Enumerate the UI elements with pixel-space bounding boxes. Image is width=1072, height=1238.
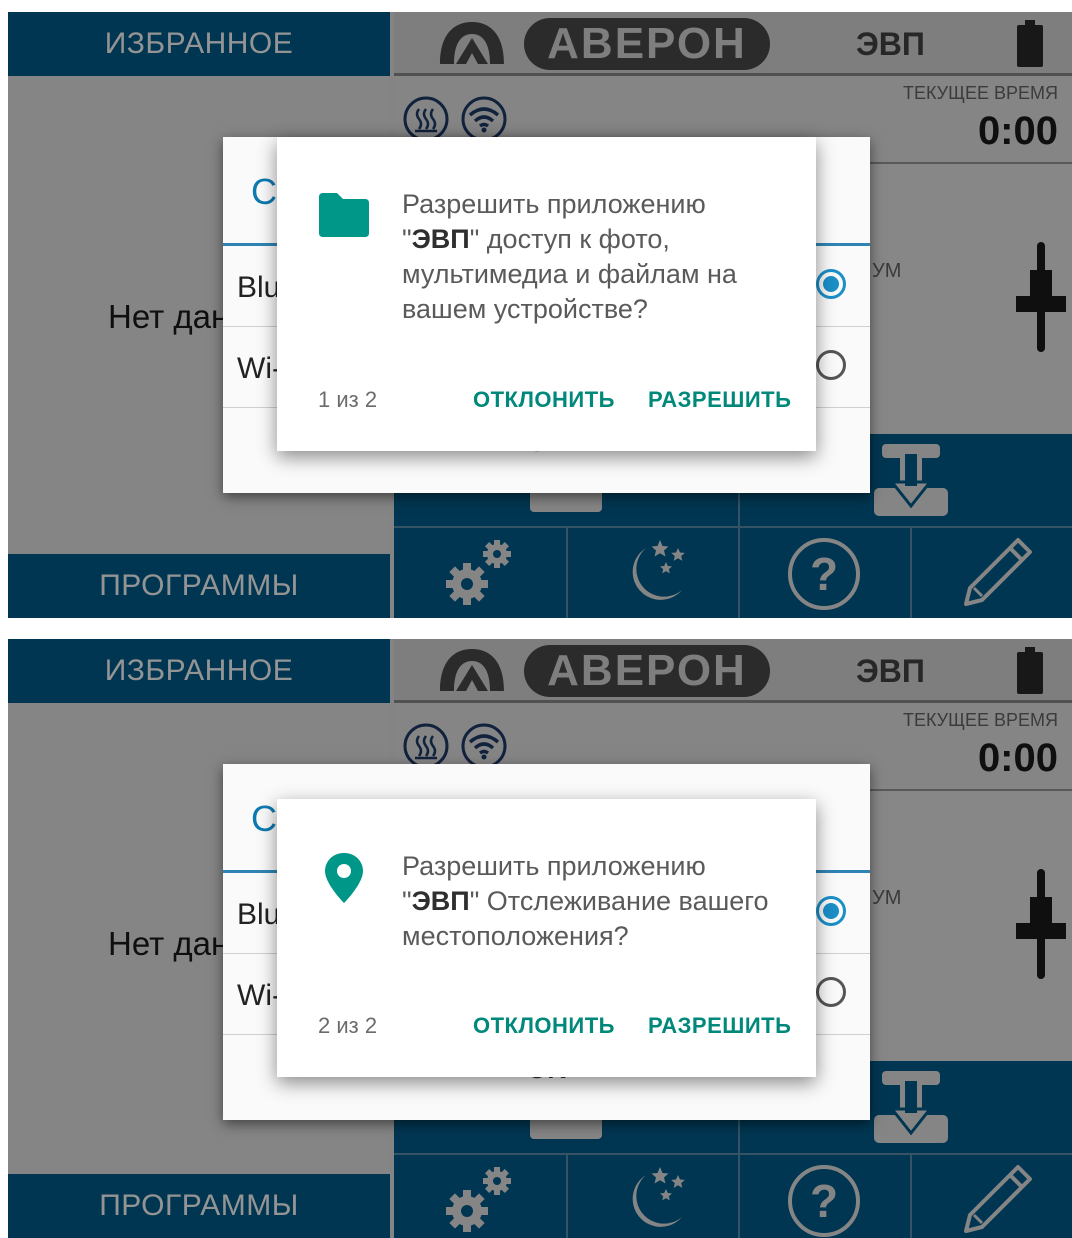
permission-message: Разрешить приложению "ЭВП" Отслеживание … [402, 851, 769, 951]
radio-selected-icon[interactable] [816, 896, 846, 926]
radio-selected-icon[interactable] [816, 269, 846, 299]
deny-button[interactable]: ОТКЛОНИТЬ [473, 1013, 615, 1039]
screenshot-2: ИЗБРАННОЕ Нет дан ПРОГРАММЫ АВЕРОН ЭВП Т… [8, 639, 1072, 1238]
permission-app-name: ЭВП [411, 886, 470, 916]
permission-message: Разрешить приложению "ЭВП" доступ к фото… [402, 189, 737, 324]
allow-button[interactable]: РАЗРЕШИТЬ [648, 1013, 791, 1039]
radio-unselected-icon[interactable] [816, 977, 846, 1007]
permission-app-name: ЭВП [411, 224, 470, 254]
permission-counter: 2 из 2 [318, 1013, 378, 1038]
folder-icon [319, 193, 369, 237]
permission-dialog: Разрешить приложению "ЭВП" доступ к фото… [277, 137, 816, 451]
screenshot-1: ИЗБРАННОЕ Нет дан ПРОГРАММЫ АВЕРОН ЭВП Т… [8, 12, 1072, 618]
radio-unselected-icon[interactable] [816, 350, 846, 380]
deny-button[interactable]: ОТКЛОНИТЬ [473, 387, 615, 413]
allow-button[interactable]: РАЗРЕШИТЬ [648, 387, 791, 413]
permission-counter: 1 из 2 [318, 387, 378, 412]
permission-dialog: Разрешить приложению "ЭВП" Отслеживание … [277, 799, 816, 1077]
location-pin-icon [325, 853, 363, 903]
